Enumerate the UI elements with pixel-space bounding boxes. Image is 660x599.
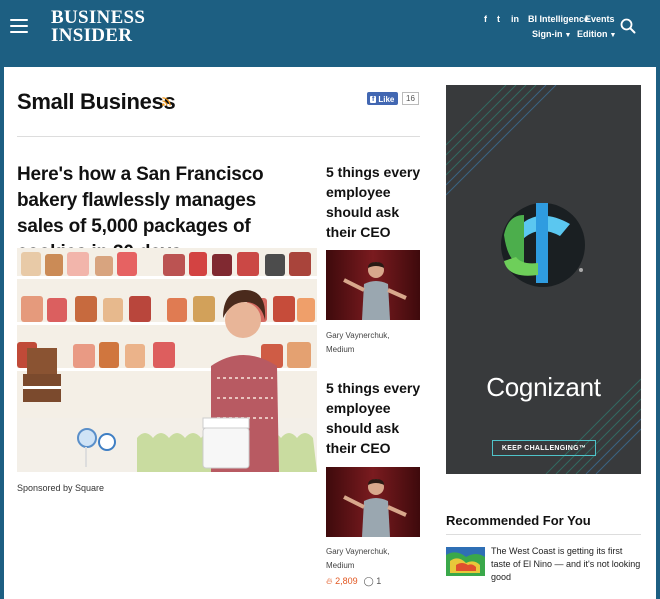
facebook-icon[interactable]: f	[484, 14, 487, 24]
recommended-item-text[interactable]: The West Coast is getting its first tast…	[491, 545, 641, 584]
like-label: Like	[378, 94, 395, 104]
comments-count: 1	[376, 576, 382, 586]
sign-in-label: Sign-in	[532, 29, 563, 39]
events-link[interactable]: Events	[585, 14, 615, 24]
recommended-divider	[446, 534, 641, 535]
facebook-icon: f	[370, 95, 377, 103]
search-icon[interactable]	[620, 18, 636, 34]
speaker-photo	[326, 250, 420, 320]
source-publication: Medium	[326, 345, 355, 354]
advertisement[interactable]: Cognizant	[446, 85, 641, 474]
side-article-thumbnail[interactable]	[326, 250, 420, 320]
rss-icon[interactable]	[162, 97, 171, 106]
comment-icon: ◯	[363, 576, 374, 586]
side-article-source[interactable]: Gary Vaynerchuk, Medium	[326, 545, 389, 573]
linkedin-icon[interactable]: in	[511, 14, 519, 24]
logo-line-2: INSIDER	[51, 25, 133, 46]
side-article-source[interactable]: Gary Vaynerchuk, Medium	[326, 329, 389, 357]
recommended-title: Recommended For You	[446, 513, 591, 528]
recommended-thumbnail[interactable]	[446, 547, 485, 576]
site-header: BUSINESS INSIDER f t in BI Intelligence …	[0, 0, 660, 57]
edition-dropdown[interactable]: Edition ▼	[577, 29, 616, 39]
chevron-down-icon: ▼	[609, 32, 617, 39]
menu-icon[interactable]	[10, 19, 28, 33]
twitter-icon[interactable]: t	[497, 14, 500, 24]
views-stat: 🔥︎ 2,809	[326, 576, 358, 587]
ad-tagline-button[interactable]: KEEP CHALLENGING™	[492, 440, 596, 456]
speaker-photo	[326, 467, 420, 537]
ad-brand-name: Cognizant	[486, 372, 601, 402]
source-publication: Medium	[326, 561, 355, 570]
weather-map-image	[446, 547, 485, 576]
bakery-photo	[17, 248, 317, 472]
edition-label: Edition	[577, 29, 608, 39]
side-article-thumbnail[interactable]	[326, 467, 420, 537]
fire-icon: 🔥︎	[326, 576, 333, 586]
section-title[interactable]: Small Business	[17, 89, 176, 115]
facebook-like-button[interactable]: f Like	[367, 92, 399, 105]
sign-in-dropdown[interactable]: Sign-in ▼	[532, 29, 571, 39]
article-stats: 🔥︎ 2,809 ◯ 1	[326, 576, 381, 587]
site-logo[interactable]: BUSINESS INSIDER	[51, 8, 145, 46]
views-count: 2,809	[335, 576, 358, 586]
like-count: 16	[402, 92, 419, 105]
main-article-image[interactable]	[17, 248, 317, 472]
chevron-down-icon: ▼	[564, 32, 572, 39]
section-divider	[17, 136, 420, 137]
source-author: Gary Vaynerchuk,	[326, 331, 390, 340]
ad-background-pattern	[446, 85, 641, 474]
side-article-headline[interactable]: 5 things every employee should ask their…	[326, 378, 426, 458]
sponsor-label[interactable]: Sponsored by Square	[17, 483, 104, 493]
side-article-headline[interactable]: 5 things every employee should ask their…	[326, 162, 426, 242]
source-author: Gary Vaynerchuk,	[326, 547, 390, 556]
bi-intelligence-link[interactable]: BI Intelligence	[528, 14, 589, 24]
comments-stat[interactable]: ◯ 1	[364, 576, 382, 587]
